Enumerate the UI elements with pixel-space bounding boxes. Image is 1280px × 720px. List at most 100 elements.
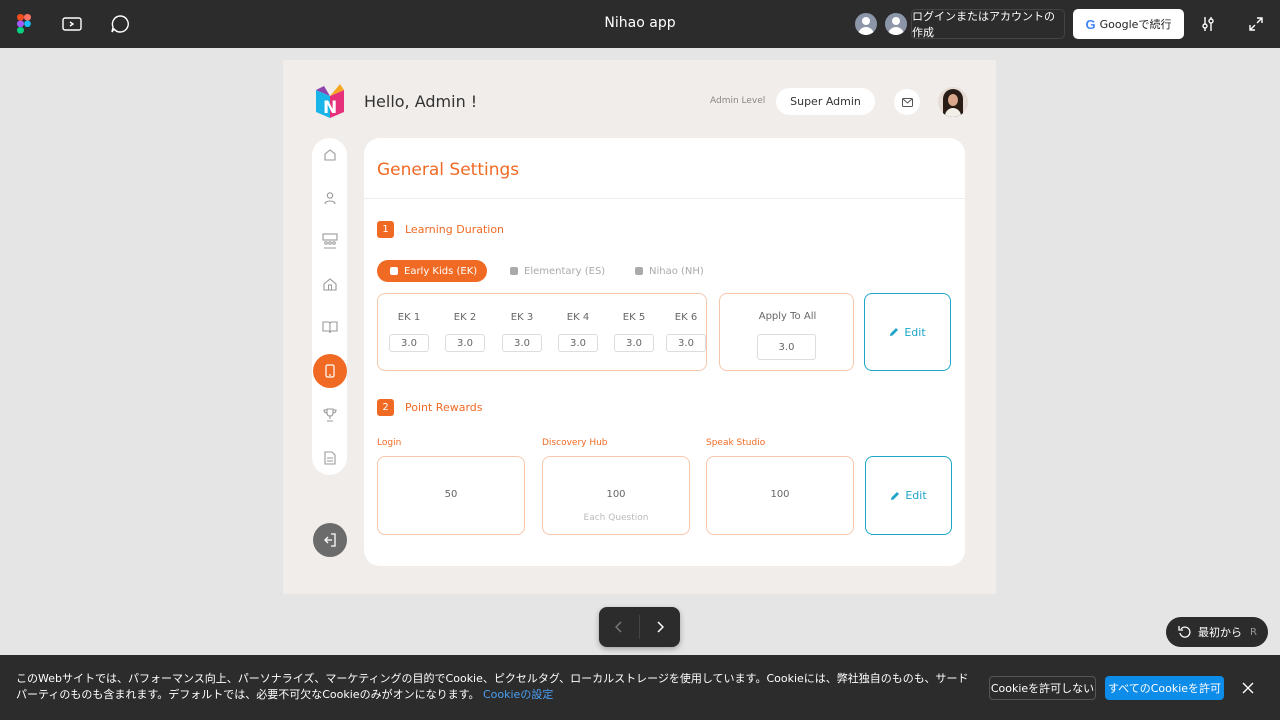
pencil-icon bbox=[890, 328, 899, 336]
tab-label: Elementary (ES) bbox=[524, 265, 606, 277]
sidebar-item-users[interactable] bbox=[312, 183, 347, 213]
login-button[interactable]: ログインまたはアカウントの作成 bbox=[911, 9, 1065, 39]
level-label: EK 1 bbox=[397, 312, 421, 323]
nihao-logo: N bbox=[314, 82, 346, 120]
previous-button[interactable] bbox=[599, 607, 639, 647]
sidebar bbox=[312, 138, 347, 475]
viewer-avatar[interactable] bbox=[853, 11, 879, 37]
trophy-icon bbox=[322, 408, 337, 422]
level-duration-input[interactable]: 3.0 bbox=[614, 334, 654, 352]
greeting: Hello, Admin ! bbox=[364, 92, 478, 111]
section-title-learning-duration: Learning Duration bbox=[405, 223, 505, 236]
cookie-banner: このWebサイトでは、パフォーマンス向上、パーソナライズ、マーケティングの目的で… bbox=[0, 655, 1280, 720]
level-duration-input[interactable]: 3.0 bbox=[502, 334, 542, 352]
sidebar-item-classrooms[interactable] bbox=[312, 226, 347, 256]
divider bbox=[364, 198, 965, 199]
restart-button[interactable]: 最初から R bbox=[1166, 617, 1268, 647]
pencil-icon bbox=[891, 491, 900, 500]
reward-value: 100 bbox=[606, 489, 626, 500]
sidebar-item-rewards[interactable] bbox=[312, 400, 347, 430]
tab-icon bbox=[510, 267, 518, 275]
level-label: EK 4 bbox=[566, 312, 590, 323]
level-label: EK 3 bbox=[510, 312, 534, 323]
viewer-avatar[interactable] bbox=[883, 11, 909, 37]
school-icon bbox=[322, 278, 337, 291]
tab-nihao[interactable]: Nihao (NH) bbox=[622, 260, 714, 282]
mobile-icon bbox=[325, 364, 335, 378]
level-duration-input[interactable]: 3.0 bbox=[558, 334, 598, 352]
reward-value: 100 bbox=[770, 489, 790, 500]
level-label: EK 2 bbox=[453, 312, 477, 323]
home-icon bbox=[323, 149, 336, 161]
cookie-settings-link[interactable]: Cookieの設定 bbox=[483, 688, 553, 701]
edit-learning-duration-button[interactable]: Edit bbox=[864, 293, 951, 371]
google-continue-button[interactable]: G Googleで続行 bbox=[1073, 9, 1184, 39]
sidebar-item-courses[interactable] bbox=[312, 312, 347, 342]
mail-icon bbox=[901, 97, 913, 107]
user-icon bbox=[323, 192, 336, 205]
logout-button[interactable] bbox=[313, 523, 347, 557]
chevron-right-icon bbox=[657, 621, 664, 633]
apply-to-all-box: Apply To All 3.0 bbox=[719, 293, 854, 371]
edit-point-rewards-button[interactable]: Edit bbox=[865, 456, 952, 535]
general-settings-card: General Settings 1 Learning Duration Ear… bbox=[364, 138, 965, 566]
tab-label: Nihao (NH) bbox=[649, 265, 704, 277]
restart-shortcut: R bbox=[1250, 626, 1257, 638]
edit-label: Edit bbox=[904, 325, 926, 339]
figma-toolbar: Nihao app ログインまたはアカウントの作成 G Googleで続行 bbox=[0, 0, 1280, 48]
tab-label: Early Kids (EK) bbox=[404, 265, 478, 277]
tab-early-kids[interactable]: Early Kids (EK) bbox=[377, 260, 488, 282]
page-title: General Settings bbox=[377, 160, 520, 180]
deny-cookies-button[interactable]: Cookieを許可しない bbox=[989, 676, 1096, 700]
reward-input-login[interactable]: 50 bbox=[377, 456, 525, 535]
classroom-icon bbox=[321, 233, 338, 249]
comment-icon[interactable] bbox=[108, 12, 132, 36]
section-title-point-rewards: Point Rewards bbox=[405, 401, 483, 414]
apply-to-all-label: Apply To All bbox=[758, 311, 817, 322]
google-logo-icon: G bbox=[1085, 16, 1096, 32]
tab-elementary[interactable]: Elementary (ES) bbox=[497, 260, 615, 282]
google-continue-label: Googleで続行 bbox=[1099, 18, 1172, 31]
reward-label-speak-studio: Speak Studio bbox=[706, 438, 766, 448]
present-panel-icon[interactable] bbox=[60, 12, 84, 36]
sidebar-item-schools[interactable] bbox=[312, 269, 347, 299]
level-duration-input[interactable]: 3.0 bbox=[389, 334, 429, 352]
fullscreen-icon[interactable] bbox=[1244, 12, 1268, 36]
reward-input-discovery-hub[interactable]: 100 Each Question bbox=[542, 456, 690, 535]
allow-all-cookies-button[interactable]: すべてのCookieを許可 bbox=[1105, 676, 1224, 700]
restart-icon bbox=[1178, 626, 1191, 638]
settings-sliders-icon[interactable] bbox=[1196, 12, 1220, 36]
section-number: 1 bbox=[377, 221, 394, 238]
admin-level-label: Admin Level bbox=[710, 96, 766, 106]
sidebar-item-home[interactable] bbox=[312, 140, 347, 170]
logout-icon bbox=[324, 533, 336, 547]
reward-sublabel: Each Question bbox=[583, 513, 649, 523]
level-duration-list[interactable]: EK 1 3.0 EK 2 3.0 EK 3 3.0 EK 4 3.0 EK 5… bbox=[377, 293, 707, 371]
tab-icon bbox=[635, 267, 643, 275]
book-icon bbox=[321, 321, 338, 334]
tab-icon bbox=[390, 267, 398, 275]
slide-navigation bbox=[599, 607, 680, 647]
profile-avatar[interactable] bbox=[938, 87, 968, 117]
next-button[interactable] bbox=[640, 607, 680, 647]
level-duration-input[interactable]: 3.0 bbox=[445, 334, 485, 352]
sidebar-item-reports[interactable] bbox=[312, 443, 347, 473]
reward-input-speak-studio[interactable]: 100 bbox=[706, 456, 854, 535]
reward-label-discovery-hub: Discovery Hub bbox=[542, 438, 608, 448]
cookie-message: このWebサイトでは、パフォーマンス向上、パーソナライズ、マーケティングの目的で… bbox=[16, 671, 976, 703]
close-icon[interactable] bbox=[1238, 678, 1258, 698]
level-duration-input[interactable]: 3.0 bbox=[666, 334, 706, 352]
restart-label: 最初から bbox=[1198, 626, 1242, 639]
level-label: EK 6 bbox=[674, 312, 698, 323]
reward-value: 50 bbox=[444, 489, 458, 500]
sidebar-item-app-settings[interactable] bbox=[313, 354, 347, 388]
apply-to-all-input[interactable]: 3.0 bbox=[757, 334, 816, 360]
section-number: 2 bbox=[377, 399, 394, 416]
admin-level-badge: Super Admin bbox=[776, 88, 875, 115]
edit-label: Edit bbox=[905, 489, 927, 502]
figma-logo-icon[interactable] bbox=[12, 12, 36, 36]
chevron-left-icon bbox=[615, 621, 622, 633]
document-icon bbox=[323, 451, 336, 465]
mail-button[interactable] bbox=[894, 89, 920, 115]
reward-label-login: Login bbox=[377, 438, 402, 448]
